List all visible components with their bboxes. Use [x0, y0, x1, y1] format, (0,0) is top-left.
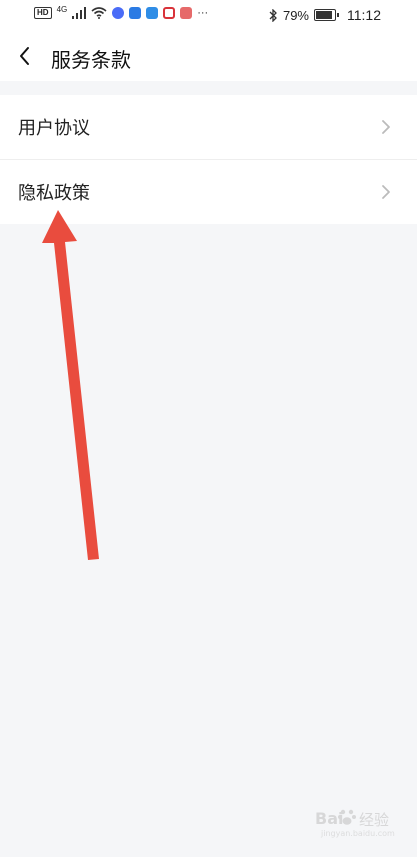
app-notification-icon — [163, 7, 176, 19]
back-button[interactable] — [12, 41, 42, 71]
battery-icon — [314, 9, 339, 21]
terms-list: 用户协议 隐私政策 — [0, 95, 417, 224]
cloud-app-icon — [146, 7, 159, 19]
list-item-user-agreement[interactable]: 用户协议 — [0, 95, 417, 159]
status-bar: HD 4G ··· 79% 11:12 — [0, 0, 417, 32]
nav-bar: 服务条款 — [0, 32, 417, 81]
hd-badge: HD — [34, 7, 52, 19]
app-notification-icon — [180, 7, 193, 19]
app-notification-icon — [129, 7, 142, 19]
clock: 11:12 — [347, 7, 381, 23]
bluetooth-icon — [269, 8, 277, 22]
page-title: 服务条款 — [51, 48, 131, 72]
network-type: 4G — [56, 4, 68, 14]
wifi-icon — [91, 7, 107, 19]
watermark-url: jingyan.baidu.com — [321, 829, 395, 838]
chevron-right-icon — [382, 185, 390, 199]
battery-percent: 79% — [282, 7, 309, 23]
status-right: 79% 11:12 — [269, 7, 381, 23]
app-notification-icon — [112, 7, 125, 19]
list-item-label: 隐私政策 — [18, 183, 90, 204]
signal-icon — [72, 7, 87, 19]
more-notifications-icon: ··· — [197, 7, 209, 19]
chevron-right-icon — [382, 120, 390, 134]
chevron-left-icon — [20, 47, 29, 65]
watermark-suffix: 经验 — [359, 811, 390, 829]
watermark-brand: Bai — [315, 809, 344, 828]
list-item-label: 用户协议 — [18, 118, 90, 139]
watermark: Bai 经验 jingyan.baidu.com — [315, 807, 405, 841]
list-item-privacy-policy[interactable]: 隐私政策 — [0, 159, 417, 224]
status-left: HD 4G ··· — [34, 4, 209, 19]
